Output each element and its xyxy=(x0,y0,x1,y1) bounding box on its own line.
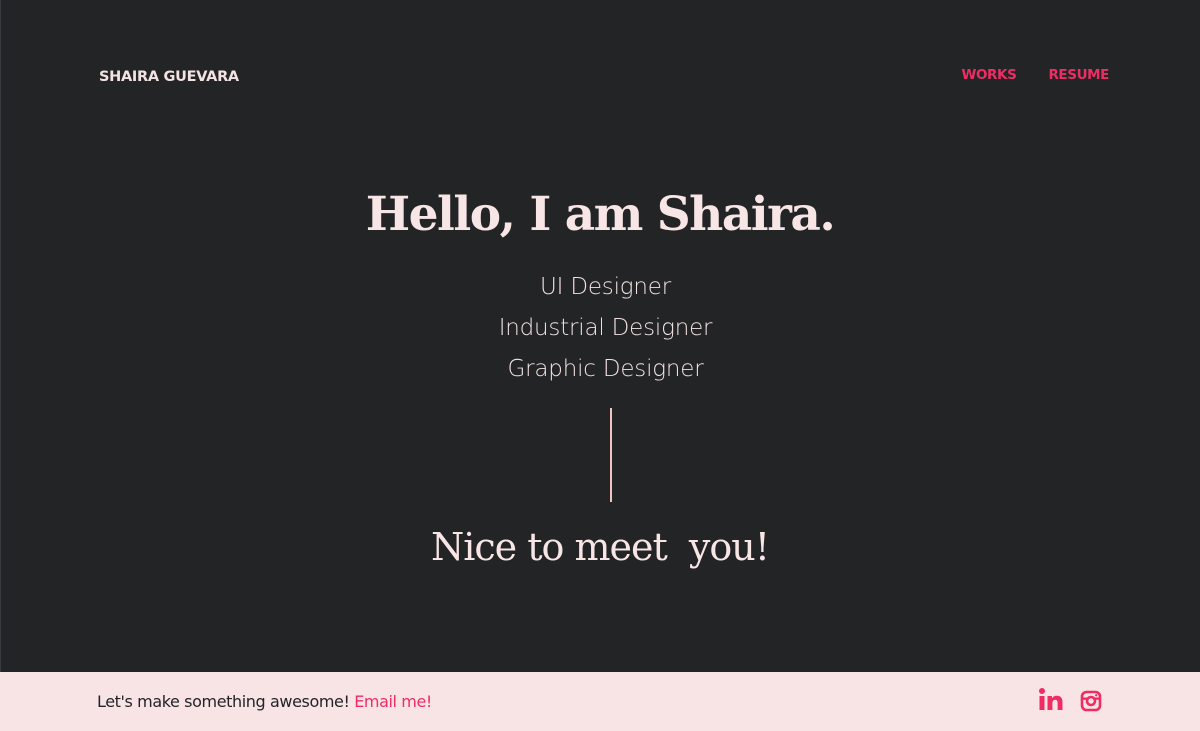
email-link[interactable]: Email me! xyxy=(354,692,432,711)
instagram-link[interactable] xyxy=(1078,686,1104,714)
nav-link-works[interactable]: WORKS xyxy=(961,66,1016,84)
footer-cta: Let's make something awesome! Email me! xyxy=(97,691,432,713)
instagram-icon xyxy=(1080,690,1102,712)
role-item: UI Designer xyxy=(540,274,671,300)
site-footer: Let's make something awesome! Email me! xyxy=(0,672,1200,731)
vertical-divider xyxy=(610,408,612,502)
role-item: Graphic Designer xyxy=(507,356,704,382)
linkedin-icon xyxy=(1039,688,1063,710)
nav-link-resume[interactable]: RESUME xyxy=(1048,66,1109,84)
footer-tagline: Let's make something awesome! xyxy=(97,692,350,711)
greeting-text: Nice to meet you! xyxy=(430,525,770,569)
role-item: Industrial Designer xyxy=(498,315,713,341)
roles-list: UI Designer Industrial Designer Graphic … xyxy=(0,267,1200,390)
site-logo[interactable]: SHAIRA GUEVARA xyxy=(99,67,239,87)
hero-title: Hello, I am Shaira. xyxy=(365,187,836,242)
main-nav: WORKS RESUME xyxy=(961,66,1109,84)
linkedin-link[interactable] xyxy=(1038,686,1064,714)
social-links xyxy=(1038,686,1104,714)
